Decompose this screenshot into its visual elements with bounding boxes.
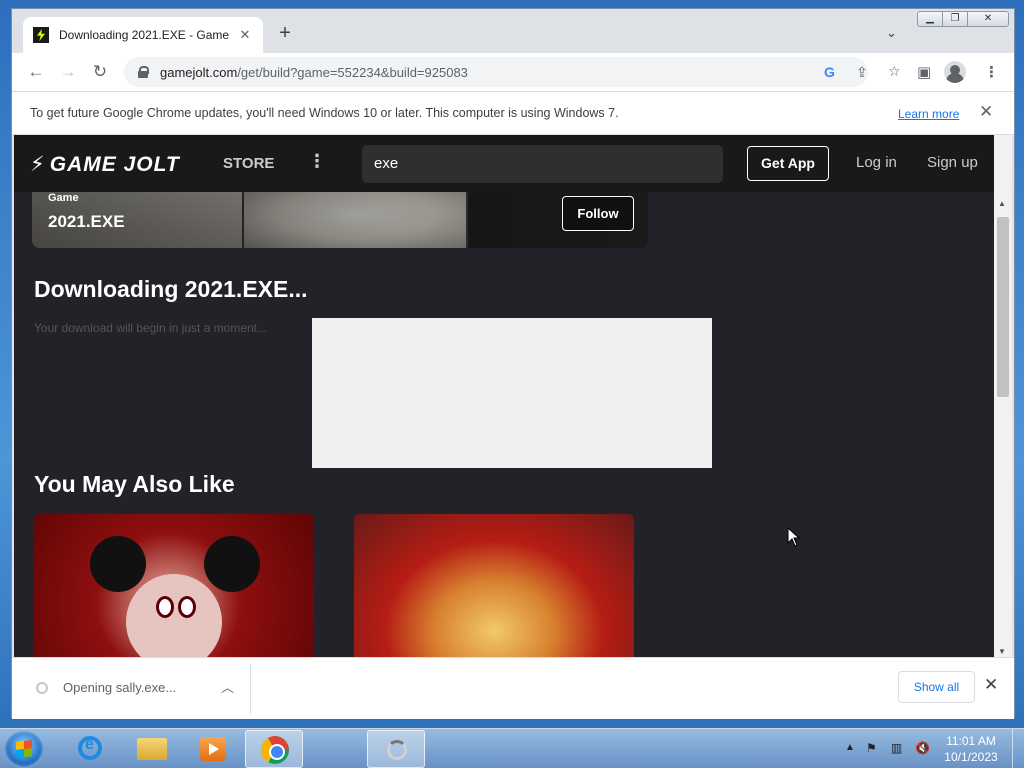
download-subtitle: Your download will begin in just a momen… <box>34 321 268 335</box>
lock-icon[interactable] <box>138 66 149 78</box>
clock-time: 11:01 AM <box>946 734 996 748</box>
page-scrollbar[interactable]: ▲ ▼ <box>994 135 1012 657</box>
more-menu-icon[interactable]: ⋮ <box>308 151 326 172</box>
url-path: /get/build?game=552234&build=925083 <box>237 64 468 80</box>
chrome-window: Downloading 2021.EXE - Game Jolt ✕ + ⌄ ▁… <box>11 8 1015 719</box>
show-all-button[interactable]: Show all <box>898 671 975 703</box>
game-banner[interactable]: Game 2021.EXE Follow <box>32 192 648 248</box>
star-icon[interactable]: ☆ <box>888 63 901 80</box>
menu-icon[interactable]: ⋮ <box>984 63 999 81</box>
url-text: gamejolt.com/get/build?game=552234&build… <box>160 65 468 80</box>
loading-spinner-icon <box>387 740 407 760</box>
google-icon[interactable]: G <box>824 64 835 80</box>
store-link[interactable]: STORE <box>223 155 274 172</box>
divider <box>250 664 251 714</box>
show-desktop-button[interactable] <box>1012 729 1024 768</box>
card-art-face <box>126 574 222 657</box>
url-host: gamejolt.com <box>160 64 238 80</box>
card-art-eye-left <box>156 596 174 618</box>
forward-icon[interactable]: → <box>58 62 78 82</box>
file-explorer-button[interactable] <box>122 730 180 768</box>
address-bar[interactable]: gamejolt.com/get/build?game=552234&build… <box>124 57 901 87</box>
browser-toolbar: ← → ↻ gamejolt.com/get/build?game=552234… <box>12 53 1014 91</box>
system-clock[interactable]: 11:01 AM 10/1/2023 <box>936 733 1006 765</box>
learn-more-link[interactable]: Learn more <box>898 107 959 121</box>
clock-date: 10/1/2023 <box>944 750 998 764</box>
download-heading: Downloading 2021.EXE... <box>34 276 308 302</box>
card-art-ear-left <box>90 536 146 592</box>
scroll-down-arrow-icon[interactable]: ▼ <box>998 647 1006 656</box>
follow-button[interactable]: Follow <box>562 196 634 231</box>
tab-search-chevron-icon[interactable]: ⌄ <box>886 25 897 41</box>
volume-muted-icon[interactable]: 🔇 <box>915 741 931 755</box>
site-search-input[interactable]: exe <box>362 145 723 183</box>
scroll-up-arrow-icon[interactable]: ▲ <box>998 199 1006 208</box>
download-item-label[interactable]: Opening sally.exe... <box>63 680 176 695</box>
chrome-icon <box>261 736 289 764</box>
downloads-bar-close-icon[interactable]: ✕ <box>984 675 998 695</box>
game-card-2[interactable] <box>354 514 634 657</box>
new-tab-button[interactable]: + <box>274 23 296 45</box>
infobar-close-icon[interactable]: ✕ <box>979 102 993 122</box>
login-link[interactable]: Log in <box>856 154 897 171</box>
mouse-cursor-icon <box>787 527 801 547</box>
card-art-eye-right <box>178 596 196 618</box>
window-close-button[interactable]: ✕ <box>967 11 1009 27</box>
back-icon[interactable]: ← <box>26 62 46 82</box>
share-icon[interactable]: ⇪ <box>856 64 868 81</box>
tab-strip: Downloading 2021.EXE - Game Jolt ✕ + ⌄ ▁… <box>12 9 1014 53</box>
chrome-taskbar-button[interactable] <box>245 730 303 768</box>
game-card-1[interactable] <box>34 514 314 657</box>
network-icon[interactable]: ▥ <box>891 741 907 755</box>
tray-expand-icon[interactable]: ▲ <box>845 742 855 753</box>
window-restore-button[interactable]: ❐ <box>942 11 968 27</box>
tab-close-icon[interactable]: ✕ <box>237 27 253 43</box>
signup-link[interactable]: Sign up <box>927 154 978 171</box>
banner-game-title[interactable]: 2021.EXE <box>48 212 125 232</box>
internet-explorer-icon <box>78 736 102 760</box>
scroll-thumb[interactable] <box>997 217 1009 397</box>
tab-title: Downloading 2021.EXE - Game Jolt <box>59 28 231 42</box>
gamejolt-logo[interactable]: ⚡ GAME JOLT <box>30 152 180 177</box>
window-minimize-button[interactable]: ▁ <box>917 11 943 27</box>
downloads-bar: Opening sally.exe... ︿ Show all ✕ <box>12 657 1014 719</box>
internet-explorer-button[interactable] <box>60 730 118 768</box>
loading-app-button[interactable] <box>367 730 425 768</box>
action-center-icon[interactable]: ⚑ <box>866 741 882 755</box>
logo-text: GAME JOLT <box>49 153 180 176</box>
folder-icon <box>137 738 167 760</box>
media-player-button[interactable] <box>183 730 241 768</box>
site-header: ⚡ GAME JOLT STORE ⋮ exe Get App Log in Si… <box>14 135 994 192</box>
bolt-icon: ⚡ <box>30 153 46 176</box>
download-chevron-up-icon[interactable]: ︿ <box>221 677 234 696</box>
side-panel-icon[interactable]: ▣ <box>917 63 931 81</box>
card-art-ear-right <box>204 536 260 592</box>
tab-active[interactable]: Downloading 2021.EXE - Game Jolt ✕ <box>23 17 263 53</box>
ad-placeholder <box>312 318 712 468</box>
windows-taskbar: ▲ ⚑ ▥ 🔇 11:01 AM 10/1/2023 <box>0 728 1024 768</box>
profile-icon[interactable] <box>944 61 966 83</box>
infobar-message: To get future Google Chrome updates, you… <box>30 106 619 120</box>
banner-kind-label: Game <box>48 192 79 204</box>
reload-icon[interactable]: ↻ <box>90 62 110 82</box>
recommendations-heading: You May Also Like <box>34 471 235 497</box>
download-progress-icon <box>36 682 48 694</box>
update-infobar: To get future Google Chrome updates, you… <box>12 91 1014 135</box>
gamejolt-favicon-icon <box>33 27 49 43</box>
start-button[interactable] <box>4 730 44 768</box>
get-app-button[interactable]: Get App <box>747 146 829 181</box>
media-player-icon <box>200 737 226 761</box>
page-viewport: ⚡ GAME JOLT STORE ⋮ exe Get App Log in Si… <box>14 135 994 657</box>
